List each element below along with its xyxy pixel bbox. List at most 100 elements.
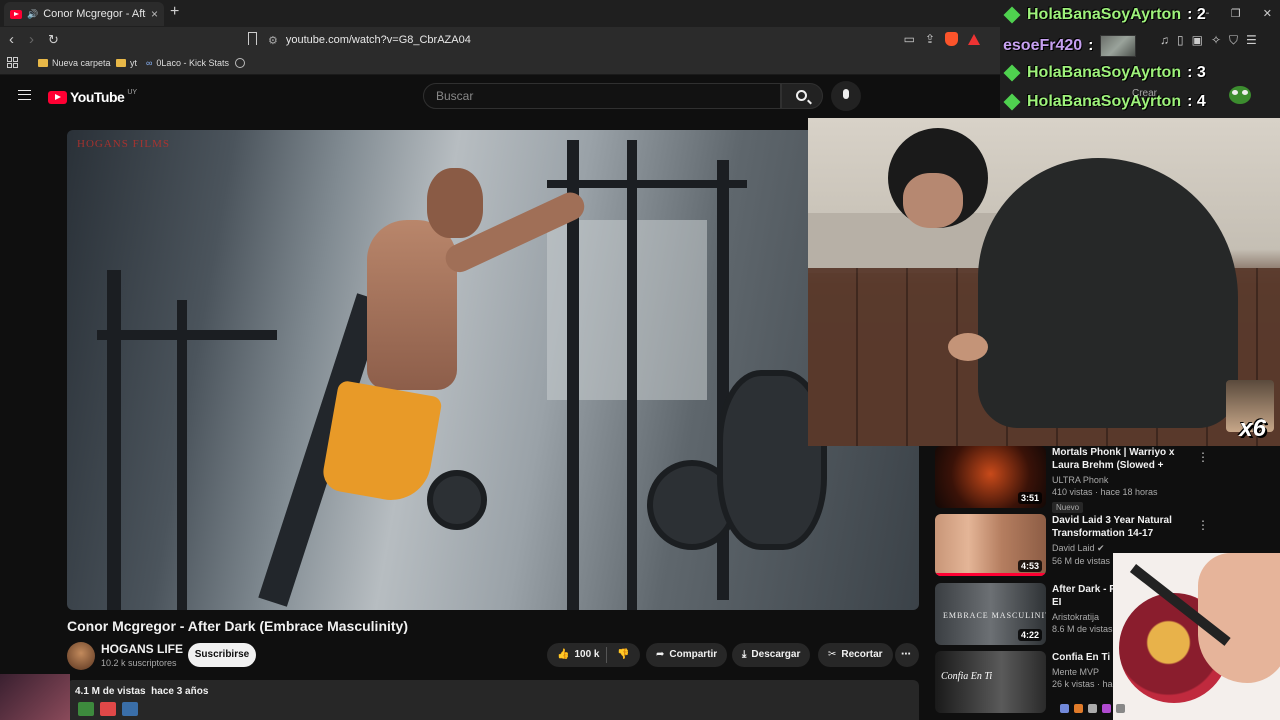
share-icon[interactable]: ⇪ bbox=[925, 32, 935, 46]
voice-search-button[interactable] bbox=[831, 81, 861, 111]
steam-icon[interactable] bbox=[122, 702, 138, 716]
apps-grid-icon[interactable] bbox=[7, 57, 18, 68]
app-icon[interactable] bbox=[100, 702, 116, 716]
browser-tab-active[interactable]: 🔊 Conor Mcgregor - After Dark × bbox=[4, 2, 164, 26]
tab-close-icon[interactable]: × bbox=[151, 7, 158, 21]
recommendation-item[interactable]: 3:51 Mortals Phonk | Warriyo x Laura Bre… bbox=[935, 446, 1209, 513]
youtube-favicon-icon bbox=[10, 9, 22, 19]
bookmark-globe[interactable] bbox=[235, 58, 245, 68]
cast-icon[interactable]: ▭ bbox=[904, 32, 915, 46]
video-thumbnail[interactable]: 3:51 bbox=[935, 446, 1046, 508]
streamer-avatar-overlay bbox=[0, 674, 70, 720]
new-badge: Nuevo bbox=[1052, 502, 1084, 513]
tray-app-icon[interactable] bbox=[1074, 704, 1083, 713]
video-player[interactable]: HOGANS FILMS bbox=[67, 130, 919, 610]
globe-icon bbox=[235, 58, 245, 68]
recommendation-title[interactable]: David Laid 3 Year Natural Transformation… bbox=[1052, 514, 1192, 540]
gym-rack bbox=[627, 140, 637, 610]
recommendation-info: Mortals Phonk | Warriyo x Laura Brehm (S… bbox=[1052, 446, 1192, 515]
hamburger-menu-icon[interactable] bbox=[18, 90, 31, 100]
search-icon bbox=[796, 90, 807, 101]
badge-diamond-icon bbox=[1003, 6, 1021, 24]
divider bbox=[606, 647, 607, 663]
more-options-icon[interactable]: ⋮ bbox=[1197, 450, 1209, 464]
taskbar-icons bbox=[78, 702, 138, 716]
bookmark-kick-stats[interactable]: ∞ 0Laco - Kick Stats bbox=[146, 58, 229, 68]
window-close-icon[interactable]: ✕ bbox=[1263, 7, 1272, 20]
recommendation-meta: 410 vistas · hace 18 horas bbox=[1052, 487, 1158, 497]
url-bar[interactable]: ⚙ youtube.com/watch?v=G8_CbrAZA04 bbox=[268, 30, 993, 50]
thumbs-down-icon: 👎 bbox=[617, 649, 630, 660]
bookmark-yt[interactable]: yt bbox=[116, 58, 137, 68]
tray-app-icon[interactable] bbox=[1102, 704, 1111, 713]
subscriber-count: 10.2 k suscriptores bbox=[101, 658, 177, 668]
site-info-icon[interactable]: ⚙ bbox=[268, 34, 278, 47]
screen: 🔊 Conor Mcgregor - After Dark × + ‹ › ↻ … bbox=[0, 0, 1280, 720]
video-watermark: HOGANS FILMS bbox=[77, 138, 170, 150]
tray-app-icon[interactable] bbox=[1088, 704, 1097, 713]
chat-line: esoeFr420 : bbox=[1003, 35, 1136, 57]
youtube-header: YouTube UY Buscar bbox=[0, 76, 1000, 116]
forward-arrow-icon[interactable]: › bbox=[29, 31, 34, 48]
share-button[interactable]: ➦ Compartir bbox=[646, 643, 728, 667]
video-thumbnail[interactable]: 4:53 bbox=[935, 514, 1046, 576]
athlete-head bbox=[427, 168, 483, 238]
recommendation-title[interactable]: Mortals Phonk | Warriyo x Laura Brehm (S… bbox=[1052, 446, 1192, 472]
video-thumbnail[interactable]: EMBRACE MASCULINITY 4:22 bbox=[935, 583, 1046, 645]
more-actions-button[interactable]: ⋯ bbox=[895, 643, 919, 667]
like-dislike-group: 👍 100 k 👎 bbox=[547, 643, 640, 667]
streamer-face bbox=[903, 173, 963, 228]
youtube-logo[interactable]: YouTube UY bbox=[48, 89, 137, 105]
download-button[interactable]: ⤓ Descargar bbox=[732, 643, 811, 667]
discord-icon[interactable] bbox=[1060, 704, 1069, 713]
folder-icon bbox=[38, 59, 48, 67]
bookmark-icon[interactable] bbox=[248, 32, 257, 45]
tab-title: Conor Mcgregor - After Dark bbox=[43, 8, 146, 20]
more-options-icon[interactable]: ⋮ bbox=[1197, 518, 1209, 532]
search-input[interactable]: Buscar bbox=[423, 83, 781, 109]
search-button[interactable] bbox=[781, 83, 823, 109]
tray-app-icon[interactable] bbox=[1116, 704, 1125, 713]
chat-line: HolaBanaSoyAyrton : 2 bbox=[1003, 6, 1206, 24]
views-and-date: 4.1 M de vistas hace 3 años bbox=[75, 686, 209, 697]
kitchen-counter bbox=[808, 213, 998, 273]
badge-diamond-icon bbox=[1003, 93, 1021, 111]
chat-line: HolaBanaSoyAyrton : 3 bbox=[1003, 64, 1206, 82]
dislike-button[interactable]: 👎 bbox=[609, 643, 637, 667]
url-text: youtube.com/watch?v=G8_CbrAZA04 bbox=[285, 34, 471, 46]
streamer-webcam: x6 bbox=[808, 118, 1280, 446]
channel-name[interactable]: HOGANS LIFE bbox=[101, 642, 183, 656]
subscribe-button[interactable]: Suscribirse bbox=[188, 643, 256, 667]
reload-icon[interactable]: ↻ bbox=[48, 32, 59, 48]
stream-chat-overlay: HolaBanaSoyAyrton : 2 esoeFr420 : HolaBa… bbox=[1003, 2, 1263, 118]
create-button[interactable]: Crear bbox=[1132, 88, 1157, 99]
recommendation-channel[interactable]: ULTRA Phonk bbox=[1052, 475, 1192, 485]
video-thumbnail[interactable]: Confia En Ti bbox=[935, 651, 1046, 713]
scissors-icon: ✂ bbox=[828, 649, 837, 660]
rewards-icon[interactable] bbox=[968, 33, 980, 45]
speaker-icon[interactable]: 🔊 bbox=[27, 9, 38, 20]
watch-progress-bar bbox=[935, 573, 1046, 576]
user-avatar-pepe-icon[interactable] bbox=[1229, 86, 1251, 104]
streamer-hand bbox=[948, 333, 988, 361]
bookmark-nueva-carpeta[interactable]: Nueva carpeta bbox=[38, 58, 111, 68]
share-arrow-icon: ➦ bbox=[656, 649, 665, 660]
back-arrow-icon[interactable]: ‹ bbox=[9, 31, 14, 48]
gym-rack bbox=[547, 180, 747, 188]
video-description-box[interactable]: 4.1 M de vistas hace 3 años bbox=[67, 680, 919, 720]
gym-rack bbox=[97, 330, 277, 340]
brave-shield-icon[interactable] bbox=[945, 32, 958, 46]
chat-line: HolaBanaSoyAyrton : 4 bbox=[1003, 93, 1206, 111]
app-icon[interactable] bbox=[78, 702, 94, 716]
new-tab-button[interactable]: + bbox=[170, 3, 179, 21]
verified-check-icon: ✔ bbox=[1097, 543, 1105, 553]
clip-button[interactable]: ✂ Recortar bbox=[818, 643, 893, 667]
athlete-shorts bbox=[320, 379, 443, 507]
video-title: Conor Mcgregor - After Dark (Embrace Mas… bbox=[67, 618, 408, 634]
channel-avatar[interactable] bbox=[67, 642, 95, 670]
gym-rack bbox=[107, 270, 121, 610]
like-button[interactable]: 👍 100 k bbox=[547, 643, 609, 667]
system-tray bbox=[1060, 704, 1125, 713]
bookmarks-bar: Nueva carpeta yt ∞ 0Laco - Kick Stats bbox=[0, 53, 1000, 75]
nav-right-icons: ▭ ⇪ bbox=[904, 32, 980, 46]
